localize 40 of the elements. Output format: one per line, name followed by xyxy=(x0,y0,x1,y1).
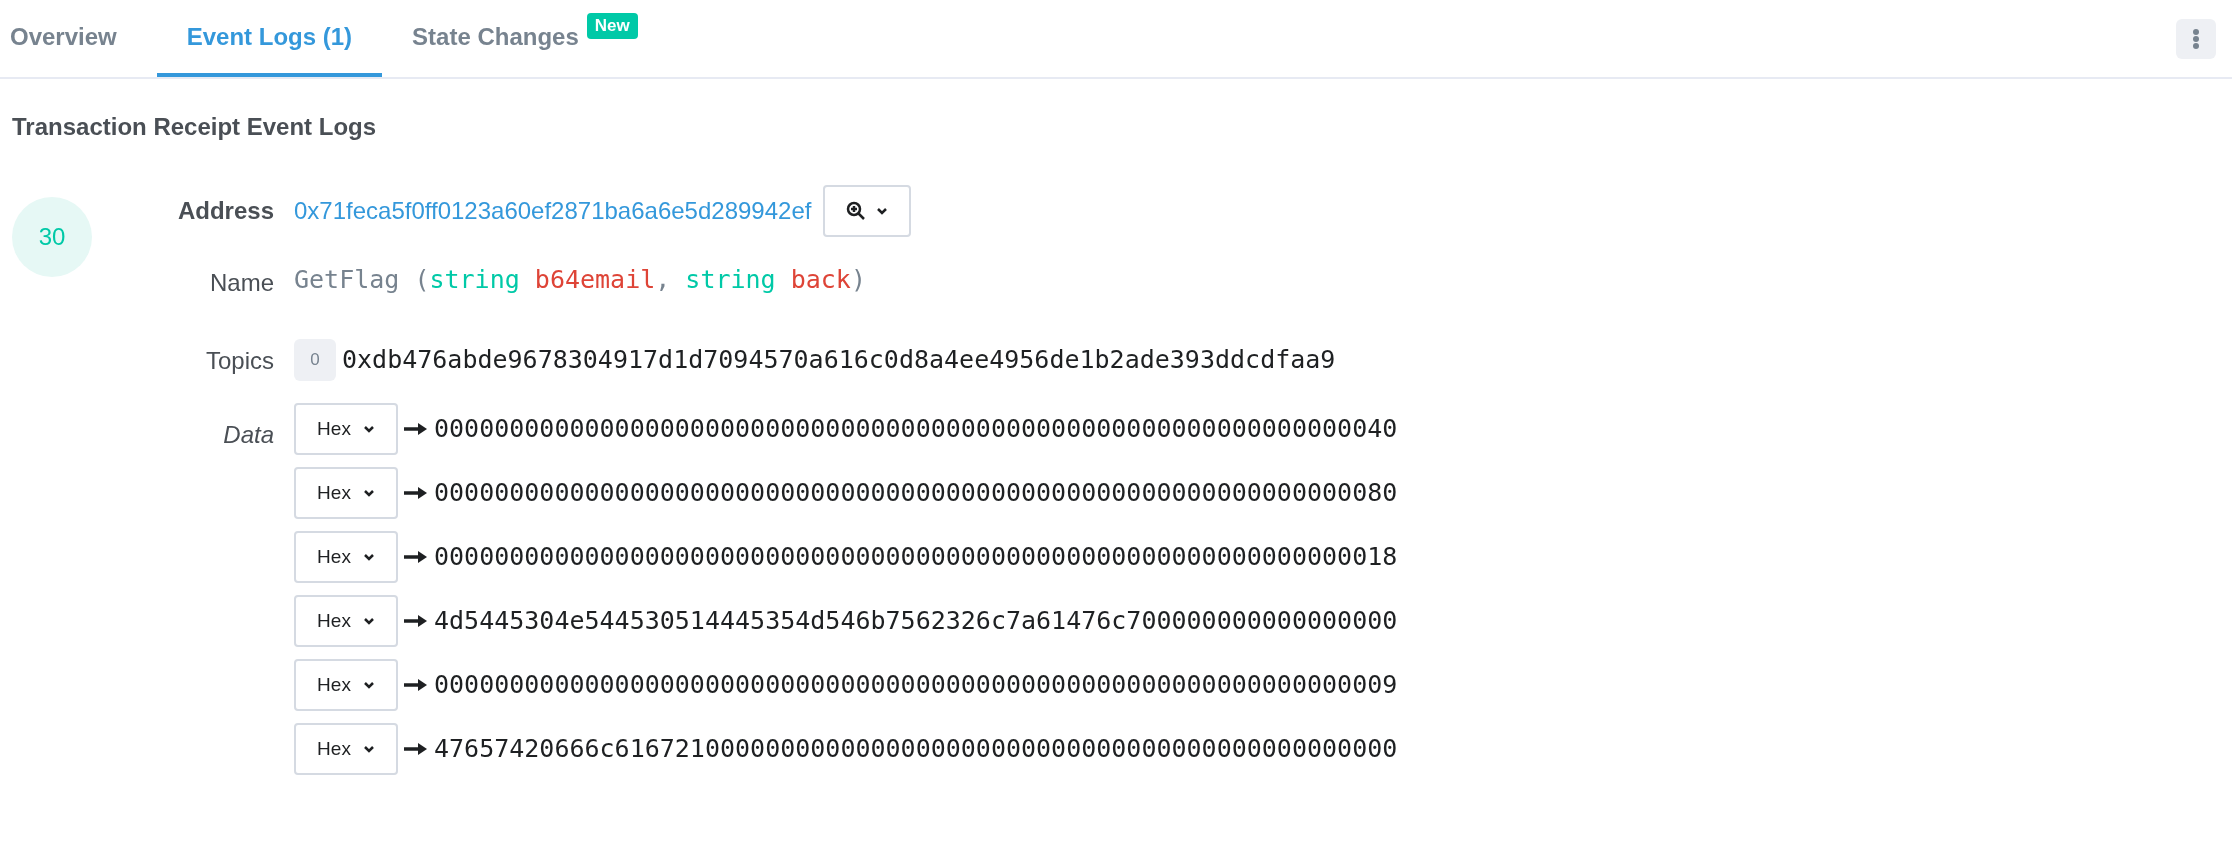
data-value: 47657420666c6167210000000000000000000000000000000000000000000000 xyxy=(434,733,1398,766)
arrow-right-icon xyxy=(404,742,428,756)
zoom-dropdown-button[interactable] xyxy=(823,185,912,237)
zoom-in-icon xyxy=(846,201,867,221)
arrow-right-icon xyxy=(404,550,428,564)
event-signature: GetFlag (string b64email, string back) xyxy=(294,264,866,296)
arrow-right-icon xyxy=(404,422,428,436)
section-heading: Transaction Receipt Event Logs xyxy=(11,112,378,142)
format-select[interactable]: Hex xyxy=(294,595,398,647)
format-select[interactable]: Hex xyxy=(294,723,398,775)
data-value: 0000000000000000000000000000000000000000000000000000000000000018 xyxy=(434,541,1398,574)
data-value: 0000000000000000000000000000000000000000000000000000000000000040 xyxy=(434,413,1398,446)
caret-icon xyxy=(876,207,889,215)
topic-index-badge: 0 xyxy=(294,339,336,381)
field-label: Data xyxy=(223,420,274,450)
format-select[interactable]: Hex xyxy=(294,403,398,455)
arrow-right-icon xyxy=(404,614,428,628)
caret-icon xyxy=(362,489,375,497)
caret-icon xyxy=(362,425,375,433)
caret-icon xyxy=(362,617,375,625)
format-select[interactable]: Hex xyxy=(294,531,398,583)
arrow-right-icon xyxy=(404,678,428,692)
topic-value: 0xdb476abde9678304917d1d7094570a616c0d8a4ee4956de1b2ade393ddcdfaa9 xyxy=(342,344,1336,377)
more-vertical-icon xyxy=(2192,27,2200,50)
tab[interactable]: Overview xyxy=(0,0,157,77)
field-label: Name xyxy=(209,268,274,298)
more-options-button[interactable] xyxy=(2176,18,2216,59)
arrow-right-icon xyxy=(404,486,428,500)
caret-icon xyxy=(362,681,375,689)
new-badge: New xyxy=(586,13,638,39)
format-select[interactable]: Hex xyxy=(294,659,398,711)
field-label: Topics xyxy=(205,346,274,376)
log-index-badge: 30 xyxy=(12,197,92,277)
data-value: 4d5445304e544530514445354d546b7562326c7a61476c700000000000000000 xyxy=(434,605,1398,638)
caret-icon xyxy=(362,553,375,561)
format-select[interactable]: Hex xyxy=(294,467,398,519)
data-value: 0000000000000000000000000000000000000000000000000000000000000009 xyxy=(434,669,1398,702)
caret-icon xyxy=(362,745,375,753)
field-label: Address xyxy=(177,196,274,226)
data-value: 0000000000000000000000000000000000000000000000000000000000000080 xyxy=(434,477,1398,510)
